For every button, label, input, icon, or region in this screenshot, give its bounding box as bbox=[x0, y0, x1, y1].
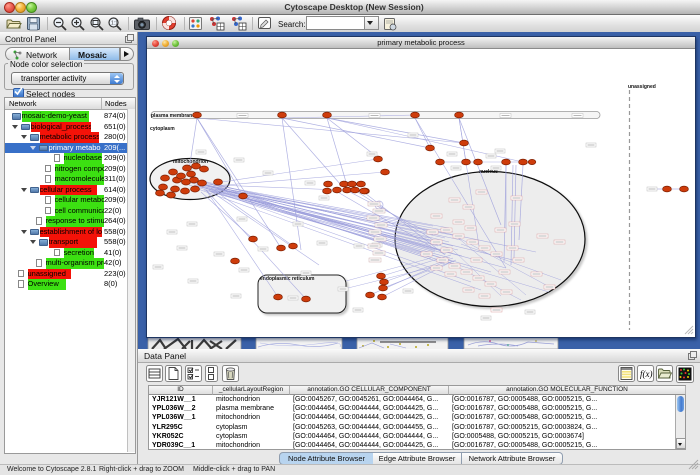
svg-text:unassigned: unassigned bbox=[628, 84, 656, 90]
svg-text:plasma membrane: plasma membrane bbox=[151, 113, 195, 119]
svg-text:f(x): f(x) bbox=[640, 369, 653, 379]
svg-text:1:1: 1:1 bbox=[111, 21, 118, 27]
svg-text:cytoplasm: cytoplasm bbox=[150, 126, 175, 132]
